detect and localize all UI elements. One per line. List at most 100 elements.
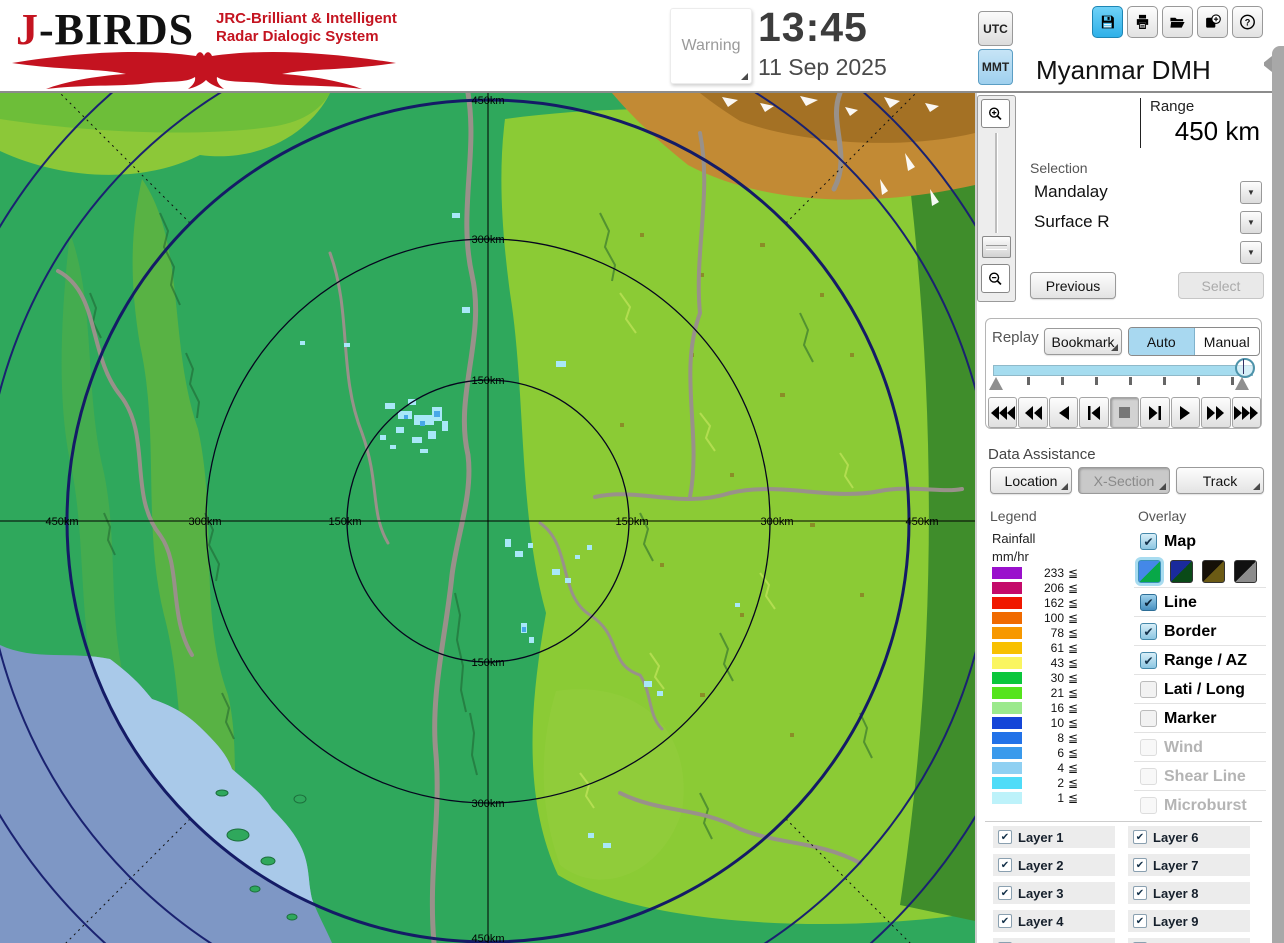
- skip-start-button[interactable]: [1079, 397, 1109, 428]
- legend-row: 30 ≦: [992, 671, 1112, 686]
- map-zoom-control: [977, 95, 1016, 302]
- stop-button[interactable]: [1109, 397, 1140, 428]
- checkbox-checked-icon[interactable]: ✔: [998, 914, 1012, 928]
- ring-label: 450km: [905, 516, 938, 528]
- rewind-button[interactable]: [1018, 397, 1048, 428]
- previous-button[interactable]: Previous: [1030, 272, 1116, 299]
- overlay-item-range-az[interactable]: ✔ Range / AZ: [1134, 645, 1266, 675]
- bookmark-button[interactable]: Bookmark: [1044, 328, 1122, 355]
- auto-button[interactable]: Auto: [1129, 328, 1195, 355]
- data-assistance-label: Data Assistance: [988, 446, 1096, 463]
- overlay-item-border[interactable]: ✔ Border: [1134, 616, 1266, 646]
- checkbox-unchecked-icon[interactable]: [1140, 710, 1157, 727]
- overlay-item-marker[interactable]: Marker: [1134, 703, 1266, 733]
- x-section-button[interactable]: X-Section: [1078, 467, 1170, 494]
- replay-range-start-marker[interactable]: [989, 377, 1003, 390]
- checkbox-checked-icon[interactable]: ✔: [1140, 594, 1157, 611]
- play-button[interactable]: [1170, 397, 1201, 428]
- overlay-item-lati-long[interactable]: Lati / Long: [1134, 674, 1266, 704]
- utc-button[interactable]: UTC: [978, 11, 1013, 46]
- mmt-button[interactable]: MMT: [978, 49, 1013, 85]
- selection-dropdown-extra[interactable]: ▼: [1028, 238, 1264, 265]
- layer-toggle[interactable]: ✔Layer 10: [1128, 938, 1250, 943]
- layer-toggle[interactable]: ✔ Layer 6: [1128, 826, 1250, 848]
- chevron-down-icon[interactable]: ▼: [1240, 181, 1262, 204]
- help-button[interactable]: ?: [1232, 6, 1263, 38]
- layer-toggle[interactable]: ✔Layer 5: [993, 938, 1115, 943]
- layer-toggle[interactable]: ✔ Layer 9: [1128, 910, 1250, 932]
- zoom-in-button[interactable]: [981, 99, 1010, 128]
- forward-button[interactable]: [1201, 397, 1231, 428]
- sidebar-scrollbar[interactable]: [1272, 46, 1284, 943]
- selection-label: Selection: [1030, 160, 1088, 176]
- open-folder-button[interactable]: [1162, 6, 1193, 38]
- map-style-option-1[interactable]: [1138, 560, 1161, 583]
- legend-row: 233 ≦: [992, 566, 1112, 581]
- layer-toggle[interactable]: ✔ Layer 3: [993, 882, 1115, 904]
- layer-toggle[interactable]: ✔ Layer 2: [993, 854, 1115, 876]
- replay-mode-switch: Auto Manual: [1128, 327, 1260, 356]
- checkbox-checked-icon[interactable]: ✔: [1133, 914, 1147, 928]
- manual-button[interactable]: Manual: [1195, 328, 1260, 355]
- print-button[interactable]: [1127, 6, 1158, 38]
- ring-label: 150km: [615, 516, 648, 528]
- map-style-option-4[interactable]: [1234, 560, 1257, 583]
- skip-end-button[interactable]: [1140, 397, 1170, 428]
- checkbox-checked-icon[interactable]: ✔: [1133, 858, 1147, 872]
- map-style-option-2[interactable]: [1170, 560, 1193, 583]
- overlay-item-line[interactable]: ✔ Line: [1134, 587, 1266, 617]
- chevron-down-icon[interactable]: ▼: [1240, 211, 1262, 234]
- checkbox-checked-icon[interactable]: ✔: [1133, 830, 1147, 844]
- overlay-item-map[interactable]: ✔ Map: [1134, 527, 1266, 556]
- stop-icon: [1118, 407, 1130, 418]
- ring-label: 150km: [328, 516, 361, 528]
- fast-forward-button[interactable]: [1231, 397, 1261, 428]
- legend-swatch: [992, 777, 1022, 789]
- replay-transport-bar: [988, 397, 1261, 428]
- play-icon: [1180, 405, 1191, 420]
- replay-slider-track[interactable]: [993, 365, 1253, 376]
- legend-row: 21 ≦: [992, 686, 1112, 701]
- dropdown-value: Surface R: [1034, 212, 1110, 231]
- layer-toggle[interactable]: ✔ Layer 1: [993, 826, 1115, 848]
- zoom-slider-handle[interactable]: [982, 236, 1011, 258]
- range-divider: [1140, 98, 1141, 148]
- replay-slider-thumb[interactable]: [1235, 358, 1255, 378]
- track-button[interactable]: Track: [1176, 467, 1264, 494]
- location-button[interactable]: Location: [990, 467, 1072, 494]
- checkbox-unchecked-icon[interactable]: [1140, 681, 1157, 698]
- layer-toggle[interactable]: ✔ Layer 8: [1128, 882, 1250, 904]
- checkbox-checked-icon[interactable]: ✔: [998, 830, 1012, 844]
- legend-swatch: [992, 762, 1022, 774]
- layer-toggle[interactable]: ✔ Layer 4: [993, 910, 1115, 932]
- fast-rewind-button[interactable]: [988, 397, 1018, 428]
- rewind-icon: [1024, 405, 1042, 420]
- checkbox-checked-icon[interactable]: ✔: [1133, 886, 1147, 900]
- save-button[interactable]: [1092, 6, 1123, 38]
- layers-divider: [985, 821, 1262, 822]
- checkbox-checked-icon[interactable]: ✔: [1140, 652, 1157, 669]
- replay-range-end-marker[interactable]: [1235, 377, 1249, 390]
- chevron-down-icon[interactable]: ▼: [1240, 241, 1262, 264]
- radar-map[interactable]: 450km 300km 150km 150km 300km 450km 450k…: [0, 0, 1059, 943]
- ring-label: 300km: [471, 234, 504, 246]
- checkbox-checked-icon[interactable]: ✔: [998, 886, 1012, 900]
- play-reverse-icon: [1058, 405, 1069, 420]
- zoom-slider-track[interactable]: [995, 133, 998, 233]
- checkbox-checked-icon[interactable]: ✔: [998, 858, 1012, 872]
- selection-dropdown-product[interactable]: Surface R ▼: [1028, 208, 1264, 235]
- layer-toggle[interactable]: ✔ Layer 7: [1128, 854, 1250, 876]
- map-style-option-3[interactable]: [1202, 560, 1225, 583]
- warning-button[interactable]: Warning: [670, 8, 752, 84]
- radar-map-canvas[interactable]: 450km 300km 150km 150km 300km 450km 450k…: [0, 0, 1059, 943]
- selection-dropdown-site[interactable]: Mandalay ▼: [1028, 178, 1264, 205]
- play-reverse-button[interactable]: [1048, 397, 1079, 428]
- checkbox-checked-icon[interactable]: ✔: [1140, 623, 1157, 640]
- legend-swatch: [992, 747, 1022, 759]
- checkbox-checked-icon[interactable]: ✔: [1140, 533, 1157, 550]
- export-image-button[interactable]: [1197, 6, 1228, 38]
- zoom-out-button[interactable]: [981, 264, 1010, 293]
- legend-unit: mm/hr: [992, 549, 1029, 564]
- zoom-out-icon: [989, 272, 1002, 285]
- select-button[interactable]: Select: [1178, 272, 1264, 299]
